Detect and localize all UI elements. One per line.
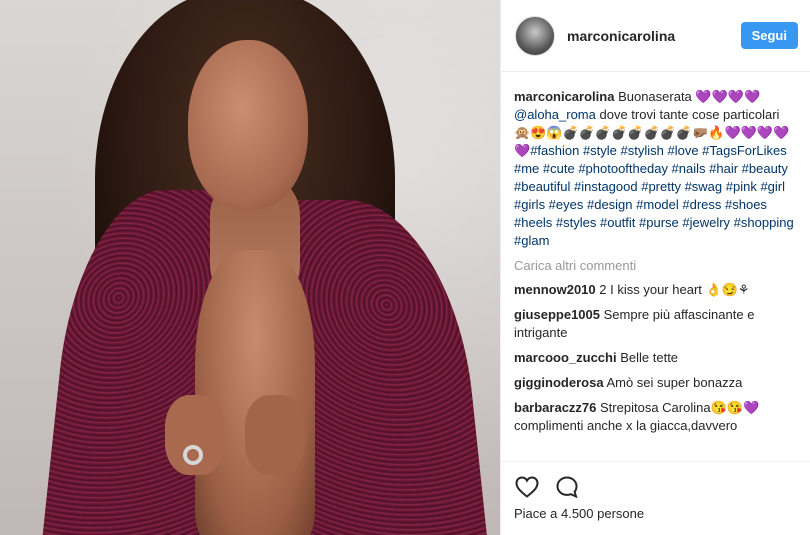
heart-icon[interactable] [514,474,540,500]
comment-username[interactable]: gigginoderosa [514,375,604,390]
follow-button[interactable]: Segui [740,22,798,49]
comment-username[interactable]: giuseppe1005 [514,307,600,322]
caption-mention[interactable]: @aloha_roma [514,107,596,122]
comment-icon[interactable] [554,474,580,500]
photo-torso [195,250,315,535]
likes-count[interactable]: Piace a 4.500 persone [501,502,810,524]
post-header: marconicarolina Segui [501,0,810,72]
photo-hand-right [245,395,305,475]
post-photo[interactable] [0,0,500,535]
comment-item: mennow2010 2 I kiss your heart 👌😏⚘ [514,281,796,299]
comment-text: Amò sei super bonazza [606,375,743,390]
photo-ring [183,445,203,465]
caption-emojis: 🙊😍😱💣💣💣💣💣💣💣💣🤛🏽🔥 [514,125,725,140]
caption-text-2: dove trovi tante cose particolari [599,107,780,122]
post-actions [501,462,810,502]
photo-face [188,40,308,210]
post-timestamp: 1 GIORNO FA [501,524,810,535]
comment-username[interactable]: barbaraczz76 [514,400,596,415]
caption: marconicarolina Buonaserata 💜💜💜💜 @aloha_… [514,88,796,250]
comment-item: giuseppe1005 Sempre più affascinante e i… [514,306,796,342]
load-more-comments[interactable]: Carica altri commenti [514,258,796,273]
comment-text: 2 I kiss your heart 👌😏⚘ [599,282,750,297]
caption-hashtags[interactable]: #fashion #style #stylish #love #TagsForL… [514,143,794,248]
comment-item: marcooo_zucchi Belle tette [514,349,796,367]
caption-username[interactable]: marconicarolina [514,89,614,104]
comment-item: gigginoderosa Amò sei super bonazza [514,374,796,392]
comment-item: barbaraczz76 Strepitosa Carolina😘😘💜 comp… [514,399,796,435]
likes-text: Piace a 4.500 persone [514,506,645,521]
comment-username[interactable]: mennow2010 [514,282,596,297]
caption-hearts-1: 💜💜💜💜 [695,89,761,104]
comments-section: marconicarolina Buonaserata 💜💜💜💜 @aloha_… [501,72,810,462]
caption-text-1: Buonaserata [618,89,692,104]
post-side-panel: marconicarolina Segui marconicarolina Bu… [500,0,810,535]
comment-text: Belle tette [620,350,679,365]
avatar[interactable] [515,15,555,56]
comment-username[interactable]: marcooo_zucchi [514,350,617,365]
header-username[interactable]: marconicarolina [567,28,741,44]
